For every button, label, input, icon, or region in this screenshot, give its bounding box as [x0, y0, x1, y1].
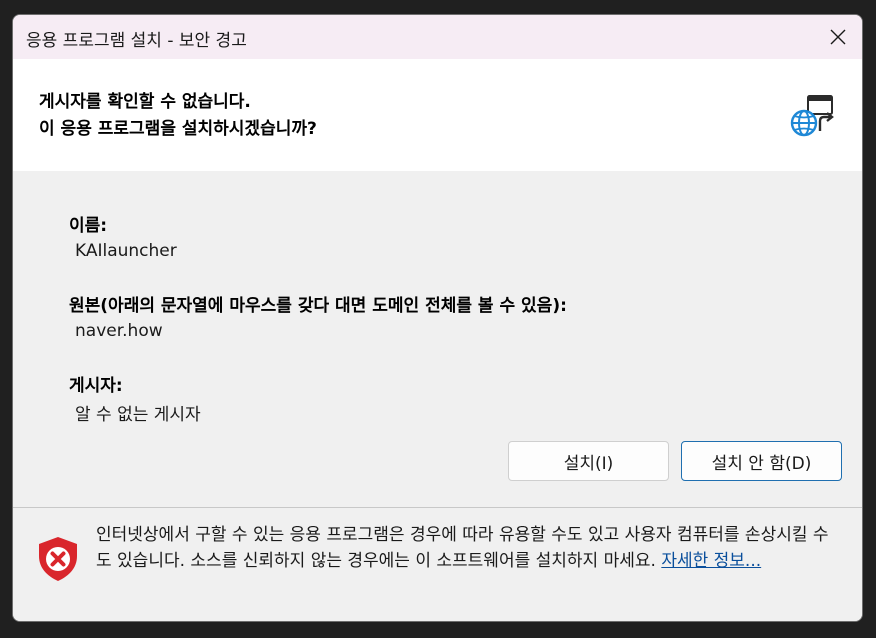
shield-error-icon	[39, 537, 77, 581]
header-message: 게시자를 확인할 수 없습니다.	[39, 92, 251, 112]
name-label: 이름:	[69, 216, 108, 236]
details-panel: 이름: KAIlauncher 원본(아래의 문자열에 마우스를 갖다 대면 도…	[13, 171, 862, 507]
window-title: 응용 프로그램 설치 - 보안 경고	[26, 31, 247, 51]
globe-install-icon	[790, 95, 834, 137]
warning-message: 인터넷상에서 구할 수 있는 응용 프로그램은 경우에 따라 유용할 수도 있고…	[96, 522, 836, 574]
security-warning-dialog: 응용 프로그램 설치 - 보안 경고 게시자를 확인할 수 없습니다. 이 응용…	[12, 14, 863, 622]
origin-label: 원본(아래의 문자열에 마우스를 갖다 대면 도메인 전체를 볼 수 있음):	[69, 296, 567, 316]
publisher-value: 알 수 없는 게시자	[75, 405, 201, 425]
footer-panel: 인터넷상에서 구할 수 있는 응용 프로그램은 경우에 따라 유용할 수도 있고…	[13, 508, 862, 621]
origin-value[interactable]: naver.how	[75, 321, 163, 341]
name-value: KAIlauncher	[75, 241, 177, 261]
header-question: 이 응용 프로그램을 설치하시겠습니까?	[39, 119, 317, 139]
title-bar[interactable]: 응용 프로그램 설치 - 보안 경고	[13, 15, 862, 59]
close-button[interactable]	[814, 15, 862, 59]
publisher-label: 게시자:	[69, 376, 123, 396]
more-info-link[interactable]: 자세한 정보...	[661, 551, 761, 571]
close-icon	[830, 29, 846, 45]
dont-install-button[interactable]: 설치 안 함(D)	[681, 441, 842, 481]
header-panel: 게시자를 확인할 수 없습니다. 이 응용 프로그램을 설치하시겠습니까?	[13, 59, 862, 171]
install-button[interactable]: 설치(I)	[508, 441, 669, 481]
